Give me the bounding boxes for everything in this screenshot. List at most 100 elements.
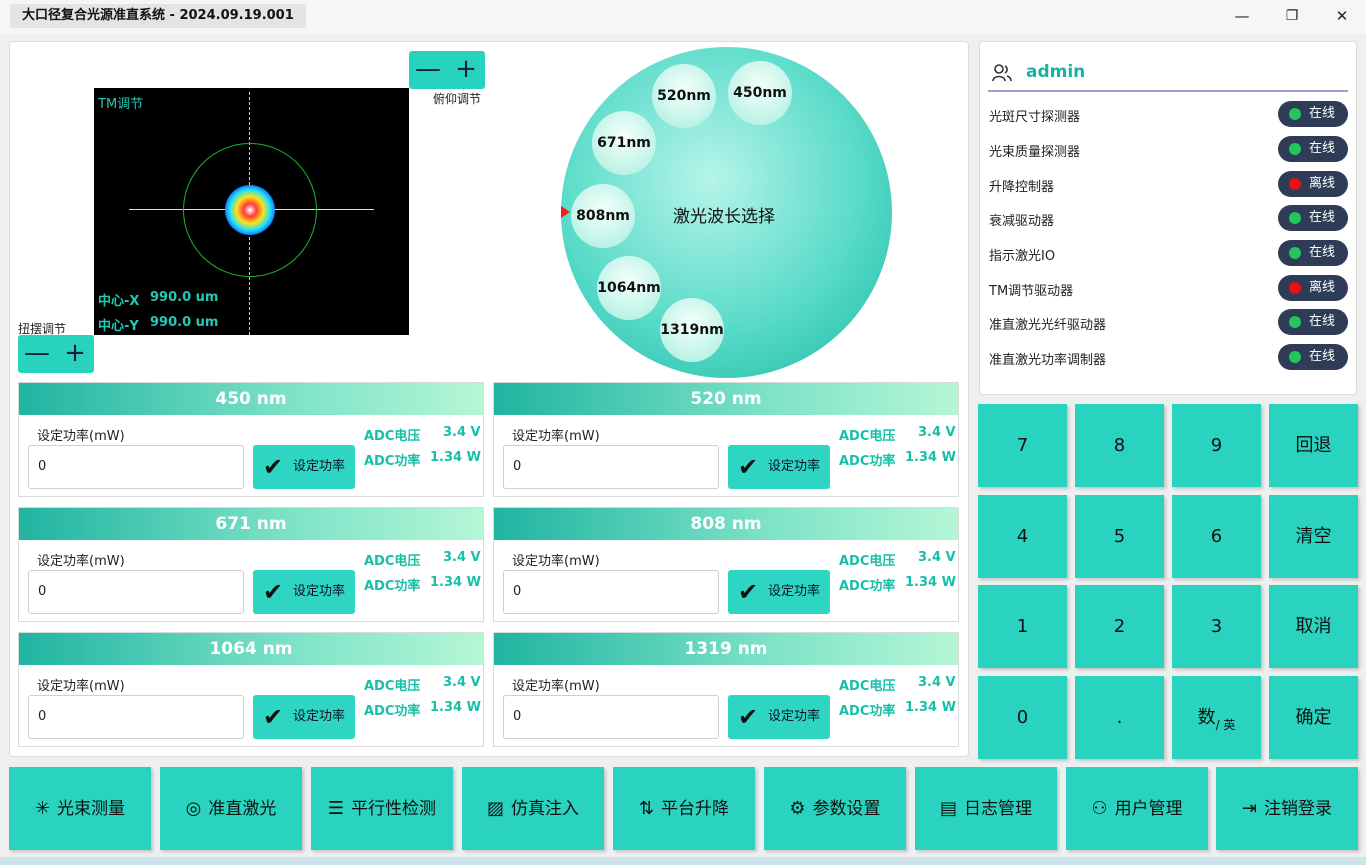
device-name: 准直激光功率调制器 (989, 353, 1107, 368)
set-power-button[interactable]: ✔ 设定功率 (253, 695, 355, 739)
set-power-label: 设定功率 (768, 584, 821, 599)
adc-power-label: ADC功率 (839, 704, 896, 719)
set-power-button[interactable]: ✔ 设定功率 (253, 445, 355, 489)
wavelength-808nm[interactable]: 808nm (571, 184, 635, 248)
set-power-label: 设定功率 (293, 709, 346, 724)
laser-card-520: 520 nm 设定功率(mW) 0 ✔ 设定功率 ADC电压 3.4 V ADC功… (493, 382, 959, 497)
device-status-badge: 在线 (1278, 240, 1348, 266)
bottom-strip (0, 857, 1366, 865)
center-y-value: 990.0 um (150, 315, 219, 330)
key-clear[interactable]: 清空 (1269, 495, 1358, 578)
power-label: 设定功率(mW) (37, 679, 125, 694)
key-9[interactable]: 9 (1172, 404, 1261, 487)
key-backspace[interactable]: 回退 (1269, 404, 1358, 487)
swing-adjust-group: — + (18, 335, 94, 373)
set-power-button[interactable]: ✔ 设定功率 (253, 570, 355, 614)
nav-parallelism-test[interactable]: ☰ 平行性检测 (311, 767, 453, 850)
swing-minus-button[interactable]: — (18, 335, 56, 373)
key-0[interactable]: 0 (978, 676, 1067, 759)
nav-label: 日志管理 (964, 799, 1032, 819)
power-label: 设定功率(mW) (512, 679, 600, 694)
key-mode-toggle[interactable]: 数/ 英 (1172, 676, 1261, 759)
nav-logout[interactable]: ⇥ 注销登录 (1216, 767, 1358, 850)
status-dot (1289, 316, 1301, 328)
device-status-badge: 离线 (1278, 275, 1348, 301)
key-6[interactable]: 6 (1172, 495, 1261, 578)
pitch-plus-button[interactable]: + (447, 51, 485, 89)
card-title: 450 nm (19, 383, 483, 415)
key-dot[interactable]: . (1075, 676, 1164, 759)
card-title: 1319 nm (494, 633, 958, 665)
status-text: 在线 (1309, 314, 1336, 329)
nav-user-management[interactable]: ⚇ 用户管理 (1066, 767, 1208, 850)
adc-voltage-label: ADC电压 (364, 429, 421, 444)
device-name: 光斑尺寸探测器 (989, 110, 1081, 125)
set-power-label: 设定功率 (768, 709, 821, 724)
status-dot (1289, 178, 1301, 190)
wavelength-1319nm[interactable]: 1319nm (660, 298, 724, 362)
center-x-value: 990.0 um (150, 290, 219, 305)
key-8[interactable]: 8 (1075, 404, 1164, 487)
key-1[interactable]: 1 (978, 585, 1067, 668)
restore-button[interactable]: ❐ (1272, 4, 1312, 28)
power-input[interactable]: 0 (503, 695, 719, 739)
key-cancel[interactable]: 取消 (1269, 585, 1358, 668)
gear-icon: ⚙ (789, 798, 806, 819)
set-power-button[interactable]: ✔ 设定功率 (728, 695, 830, 739)
set-power-button[interactable]: ✔ 设定功率 (728, 445, 830, 489)
status-text: 在线 (1309, 349, 1336, 364)
status-text: 离线 (1309, 176, 1336, 191)
lines-icon: ☰ (327, 798, 345, 819)
check-icon: ✔ (263, 578, 284, 606)
check-icon: ✔ (263, 703, 284, 731)
key-5[interactable]: 5 (1075, 495, 1164, 578)
status-text: 在线 (1309, 245, 1336, 260)
nav-platform-lift[interactable]: ⇅ 平台升降 (613, 767, 755, 850)
nav-label: 平台升降 (661, 799, 730, 819)
nav-beam-measure[interactable]: ✳ 光束测量 (9, 767, 151, 850)
card-title: 671 nm (19, 508, 483, 540)
power-input[interactable]: 0 (28, 570, 244, 614)
adc-voltage-value: 3.4 V (443, 675, 481, 690)
adc-power-label: ADC功率 (364, 579, 421, 594)
close-button[interactable]: ✕ (1322, 4, 1362, 28)
beam-profile-view: TM调节 中心-X 990.0 um 中心-Y 990.0 um (94, 88, 409, 335)
nav-collimate-laser[interactable]: ◎ 准直激光 (160, 767, 302, 850)
check-icon: ✔ (263, 453, 284, 481)
status-dot (1289, 143, 1301, 155)
laser-card-671: 671 nm 设定功率(mW) 0 ✔ 设定功率 ADC电压 3.4 V ADC功… (18, 507, 484, 622)
key-2[interactable]: 2 (1075, 585, 1164, 668)
power-input[interactable]: 0 (503, 570, 719, 614)
wavelength-520nm[interactable]: 520nm (652, 64, 716, 128)
power-input[interactable]: 0 (28, 695, 244, 739)
key-4[interactable]: 4 (978, 495, 1067, 578)
swing-plus-button[interactable]: + (56, 335, 94, 373)
adc-power-label: ADC功率 (839, 579, 896, 594)
power-label: 设定功率(mW) (512, 554, 600, 569)
key-3[interactable]: 3 (1172, 585, 1261, 668)
device-name: TM调节驱动器 (989, 284, 1074, 299)
adc-power-label: ADC功率 (364, 454, 421, 469)
wavelength-1064nm[interactable]: 1064nm (597, 256, 661, 320)
wavelength-671nm[interactable]: 671nm (592, 111, 656, 175)
adc-voltage-label: ADC电压 (839, 554, 896, 569)
wavelength-450nm[interactable]: 450nm (728, 61, 792, 125)
minimize-button[interactable]: — (1222, 4, 1262, 28)
pitch-minus-button[interactable]: — (409, 51, 447, 89)
power-input[interactable]: 0 (503, 445, 719, 489)
key-confirm[interactable]: 确定 (1269, 676, 1358, 759)
device-status-panel: admin 光斑尺寸探测器 在线 光束质量探测器 在线 升降控制器 离线 衰减驱… (979, 41, 1357, 395)
nav-log-management[interactable]: ▤ 日志管理 (915, 767, 1057, 850)
key-7[interactable]: 7 (978, 404, 1067, 487)
nav-label: 仿真注入 (511, 799, 579, 819)
status-dot (1289, 282, 1301, 294)
nav-parameter-settings[interactable]: ⚙ 参数设置 (764, 767, 906, 850)
nav-simulation-inject[interactable]: ▨ 仿真注入 (462, 767, 604, 850)
target-icon: ◎ (185, 798, 202, 819)
center-x-label: 中心-X (98, 294, 140, 309)
status-text: 在线 (1309, 141, 1336, 156)
window-title: 大口径复合光源准直系统 - 2024.09.19.001 (10, 4, 306, 28)
set-power-button[interactable]: ✔ 设定功率 (728, 570, 830, 614)
device-status-badge: 在线 (1278, 205, 1348, 231)
power-input[interactable]: 0 (28, 445, 244, 489)
